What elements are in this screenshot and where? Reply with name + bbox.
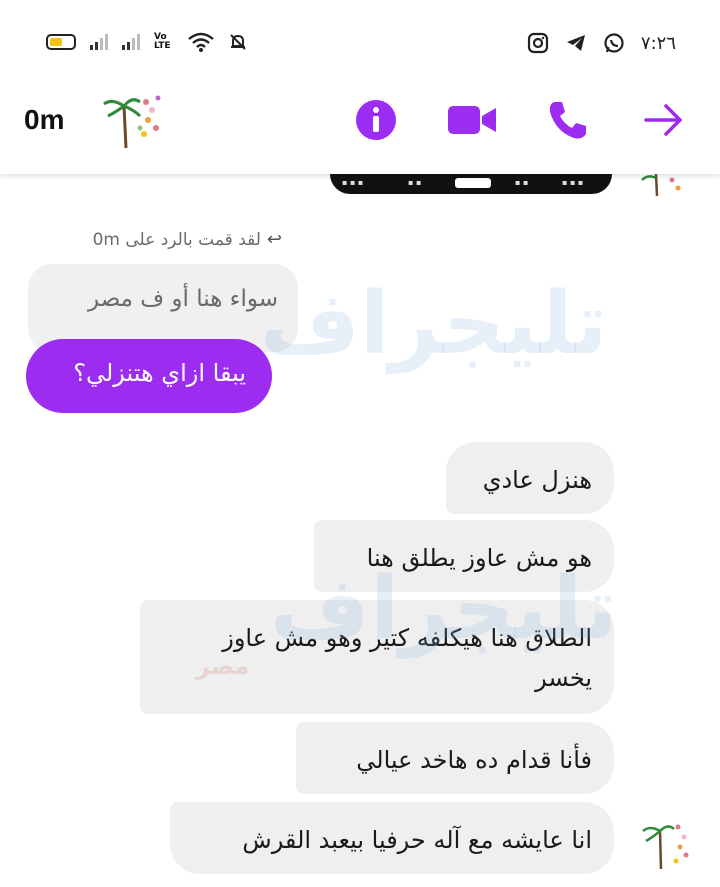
- clock: ٧:٢٦: [640, 32, 676, 54]
- status-icons-left: Vo LTE: [46, 32, 248, 52]
- wifi-icon: [188, 32, 214, 52]
- incoming-message-bubble[interactable]: فأنا قدام ده هاخد عيالي: [296, 722, 614, 794]
- quoted-message-text: سواء هنا أو ف مصر: [88, 286, 278, 312]
- incoming-message-bubble[interactable]: هو مش عاوز يطلق هنا: [314, 520, 614, 592]
- sender-avatar[interactable]: [640, 174, 686, 196]
- contact-name[interactable]: 0m: [24, 104, 64, 136]
- volte-icon: Vo LTE: [154, 32, 171, 51]
- message-text: هنزل عادي: [482, 466, 592, 494]
- video-call-icon[interactable]: [448, 98, 498, 142]
- outgoing-message-bubble[interactable]: يبقا ازاي هتنزلي؟: [26, 339, 272, 413]
- signal-icon: [90, 34, 108, 50]
- chat-area[interactable]: ▪ ▪ ▪ ▪ ▪ ▪ ▪ ▪ ▪ ▪ ↩ لقد قمت بالرد على …: [0, 174, 720, 887]
- incoming-message-bubble[interactable]: انا عايشه مع آله حرفيا بيعبد القرش: [170, 802, 614, 874]
- whatsapp-icon: [604, 33, 624, 53]
- contact-avatar[interactable]: [100, 88, 166, 154]
- forward-arrow-icon[interactable]: [642, 98, 686, 142]
- sender-avatar[interactable]: [640, 819, 692, 871]
- outgoing-message-text: يبقا ازاي هتنزلي؟: [73, 359, 246, 387]
- battery-icon: [46, 34, 76, 50]
- message-text: هو مش عاوز يطلق هنا: [366, 544, 592, 572]
- reply-arrow-icon: ↩: [266, 229, 282, 250]
- reply-note-text: لقد قمت بالرد على 0m: [92, 229, 261, 250]
- mute-bell-icon: [230, 34, 246, 50]
- incoming-message-bubble[interactable]: هنزل عادي: [446, 442, 614, 514]
- signal-icon: [122, 34, 140, 50]
- phone-call-icon[interactable]: [546, 98, 590, 142]
- status-bar: Vo LTE ٧:٢٦: [0, 0, 720, 88]
- message-text: فأنا قدام ده هاخد عيالي: [356, 746, 592, 774]
- reply-indicator: ↩ لقد قمت بالرد على 0m: [52, 229, 282, 250]
- shared-image-preview[interactable]: ▪ ▪ ▪ ▪ ▪ ▪ ▪ ▪ ▪ ▪: [330, 174, 612, 194]
- status-icons-right: ٧:٢٦: [527, 32, 676, 54]
- message-text: انا عايشه مع آله حرفيا بيعبد القرش: [242, 826, 592, 854]
- telegram-icon: [566, 35, 585, 51]
- info-icon[interactable]: [354, 98, 398, 142]
- watermark-logo: تليجراف: [260, 274, 608, 374]
- instagram-icon: [527, 32, 549, 54]
- watermark-sub: مصر: [196, 652, 250, 680]
- chat-header: 0m: [0, 88, 720, 174]
